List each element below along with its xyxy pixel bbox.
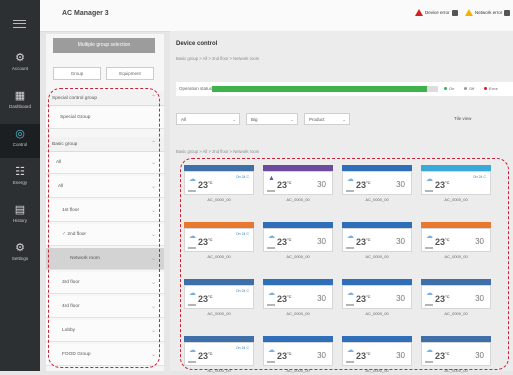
menu-icon[interactable] (13, 20, 26, 28)
nav-item-control[interactable]: ◎ Control (0, 124, 40, 158)
gear-icon: ⚙ (15, 52, 25, 64)
tab-equipment[interactable]: Equipment (106, 67, 154, 80)
warning-icon (415, 9, 423, 16)
control-icon: ◎ (15, 128, 25, 140)
highlight-box-devices (180, 158, 509, 370)
dashboard-icon: ▦ (14, 90, 26, 102)
box-icon (504, 9, 511, 16)
nav-label: Energy (12, 180, 28, 185)
app-title: AC Manager 3 (62, 10, 109, 17)
legend-on: On (444, 86, 454, 91)
tab-group[interactable]: Group (53, 67, 101, 80)
page-title: Device control (176, 41, 218, 47)
highlight-box-sidebar (48, 88, 160, 368)
history-icon: ▤ (14, 204, 26, 216)
nav-label: Account (11, 66, 29, 71)
operation-status-label: Operation status (179, 86, 213, 91)
chevron-down-icon: ⌄ (342, 117, 346, 122)
dot-icon (484, 87, 487, 90)
operation-status: Operation status On Off Error (176, 82, 513, 96)
top-bar: AC Manager 3 Device error Network error (40, 0, 513, 32)
dot-icon (464, 87, 467, 90)
view-toggle[interactable]: Tile view (450, 113, 490, 125)
chevron-down-icon: ⌄ (232, 117, 236, 122)
device-error-alert[interactable]: Device error (415, 9, 458, 16)
view-label: Tile view (454, 116, 472, 121)
group-path: Basic group > All > 2nd floor > Network … (176, 149, 260, 154)
filter-label: Product (309, 117, 325, 122)
filter-label: All (181, 117, 187, 122)
nav-label: Control (12, 142, 28, 147)
dot-icon (444, 87, 447, 90)
legend-error: Error (484, 86, 498, 91)
legend-off: Off (464, 86, 474, 91)
nav-item-dashboard[interactable]: ▦ Dashboard (0, 86, 40, 120)
nav-label: History (12, 218, 27, 223)
filter-label: Big (251, 117, 258, 122)
breadcrumb: Basic group > All > 2nd floor > Network … (176, 56, 260, 61)
chevron-down-icon: ⌄ (290, 117, 294, 122)
nav-item-settings[interactable]: ⚙ Settings (0, 238, 40, 272)
legend-label: Error (489, 86, 498, 91)
nav-item-history[interactable]: ▤ History (0, 200, 40, 234)
filter-select-product[interactable]: Product ⌄ (304, 113, 350, 125)
operation-progress-fill (212, 86, 427, 92)
energy-icon: ☷ (15, 166, 25, 178)
warning-icon (465, 9, 473, 16)
network-error-alert[interactable]: Network error (465, 9, 511, 16)
nav-item-account[interactable]: ⚙ Account (0, 48, 40, 82)
filter-select-all[interactable]: All ⌄ (176, 113, 240, 125)
settings-icon: ⚙ (15, 242, 25, 254)
alert-label: Device error (425, 10, 450, 15)
alert-label: Network error (475, 10, 503, 15)
operation-progress-bar (212, 86, 438, 92)
left-nav: ⚙ Account ▦ Dashboard ◎ Control ☷ Energy ▤ Histor… (0, 0, 40, 371)
filter-select-big[interactable]: Big ⌄ (246, 113, 298, 125)
legend-label: On (449, 86, 455, 91)
nav-label: Dashboard (8, 104, 31, 109)
nav-label: Settings (11, 256, 29, 261)
nav-item-energy[interactable]: ☷ Energy (0, 162, 40, 196)
box-icon (451, 9, 458, 16)
multiple-group-selection-button[interactable]: Multiple group selection (53, 38, 155, 53)
legend-label: Off (469, 86, 475, 91)
